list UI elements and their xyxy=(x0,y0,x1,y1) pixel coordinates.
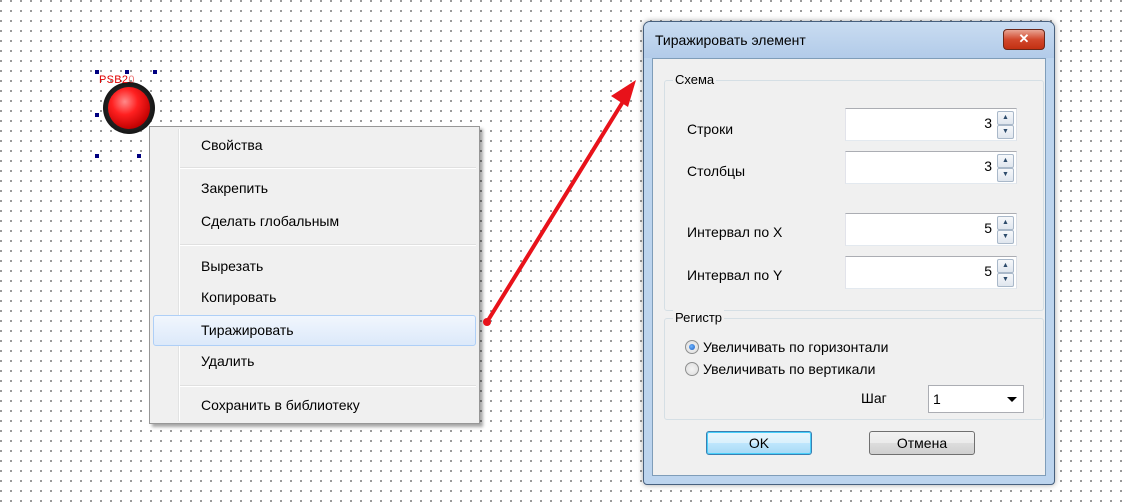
radio-vertical-label: Увеличивать по вертикали xyxy=(703,361,876,377)
radio-horizontal-label: Увеличивать по горизонтали xyxy=(703,339,889,355)
element-tag: PSB20 xyxy=(99,74,135,86)
menu-item-cut[interactable]: Вырезать xyxy=(153,254,476,280)
cols-spinner[interactable]: 3 ▲ ▼ xyxy=(845,151,1017,184)
spin-up-icon[interactable]: ▲ xyxy=(997,111,1014,125)
menu-item-make-global[interactable]: Сделать глобальным xyxy=(153,209,476,235)
arrow-shaft xyxy=(485,98,626,324)
rows-label: Строки xyxy=(687,121,734,137)
spin-down-icon[interactable]: ▼ xyxy=(997,273,1014,287)
menu-separator xyxy=(180,244,476,246)
selection-handle[interactable] xyxy=(95,113,99,117)
scheme-legend: Схема xyxy=(673,72,717,87)
ok-button[interactable]: OK xyxy=(706,431,812,455)
cols-value: 3 xyxy=(984,158,992,174)
replicate-dialog: Тиражировать элемент ✕ Схема Строки 3 ▲ … xyxy=(643,21,1055,485)
dialog-title: Тиражировать элемент xyxy=(655,32,806,48)
spin-down-icon[interactable]: ▼ xyxy=(997,168,1014,182)
interval-y-spinner[interactable]: 5 ▲ ▼ xyxy=(845,256,1017,289)
menu-item-copy[interactable]: Копировать xyxy=(153,285,476,311)
close-icon: ✕ xyxy=(1018,31,1030,46)
interval-y-label: Интервал по Y xyxy=(687,267,783,283)
step-value: 1 xyxy=(933,391,941,407)
spin-down-icon[interactable]: ▼ xyxy=(997,125,1014,139)
dialog-titlebar[interactable]: Тиражировать элемент ✕ xyxy=(644,22,1054,58)
cancel-button[interactable]: Отмена xyxy=(869,431,975,455)
selection-handle[interactable] xyxy=(153,70,157,74)
spin-down-icon[interactable]: ▼ xyxy=(997,230,1014,244)
interval-x-label: Интервал по X xyxy=(687,224,783,240)
menu-item-delete[interactable]: Удалить xyxy=(153,349,476,375)
step-combobox[interactable]: 1 xyxy=(928,385,1024,413)
menu-item-properties[interactable]: Свойства xyxy=(153,133,476,159)
spin-up-icon[interactable]: ▲ xyxy=(997,259,1014,273)
spin-up-icon[interactable]: ▲ xyxy=(997,216,1014,230)
spin-up-icon[interactable]: ▲ xyxy=(997,154,1014,168)
rows-value: 3 xyxy=(984,115,992,131)
close-button[interactable]: ✕ xyxy=(1003,29,1045,50)
register-legend: Регистр xyxy=(673,310,725,325)
radio-selected-icon xyxy=(685,340,699,354)
menu-separator xyxy=(180,167,476,169)
menu-item-pin[interactable]: Закрепить xyxy=(153,176,476,202)
dialog-client-area: Схема Строки 3 ▲ ▼ Столбцы 3 ▲ ▼ Интерва… xyxy=(652,58,1046,476)
menu-item-save-to-library[interactable]: Сохранить в библиотеку xyxy=(153,393,476,419)
cols-label: Столбцы xyxy=(687,163,746,179)
chevron-down-icon[interactable] xyxy=(1007,397,1017,402)
interval-x-spinner[interactable]: 5 ▲ ▼ xyxy=(845,213,1017,246)
selection-handle[interactable] xyxy=(95,70,99,74)
menu-separator xyxy=(180,385,476,387)
register-group: Регистр Увеличивать по горизонтали Увели… xyxy=(664,310,1044,420)
arrow-tail xyxy=(483,318,491,326)
selection-handle[interactable] xyxy=(137,154,141,158)
radio-unselected-icon xyxy=(685,362,699,376)
selection-handle[interactable] xyxy=(125,70,129,74)
menu-item-replicate[interactable]: Тиражировать xyxy=(153,315,476,346)
scheme-group: Схема Строки 3 ▲ ▼ Столбцы 3 ▲ ▼ Интерва… xyxy=(664,72,1044,311)
interval-y-value: 5 xyxy=(984,263,992,279)
lamp-bulb xyxy=(108,87,150,129)
arrow-head xyxy=(611,80,636,107)
rows-spinner[interactable]: 3 ▲ ▼ xyxy=(845,108,1017,141)
step-label: Шаг xyxy=(861,390,887,406)
interval-x-value: 5 xyxy=(984,220,992,236)
selection-handle[interactable] xyxy=(95,154,99,158)
context-menu: Свойства Закрепить Сделать глобальным Вы… xyxy=(149,126,480,424)
